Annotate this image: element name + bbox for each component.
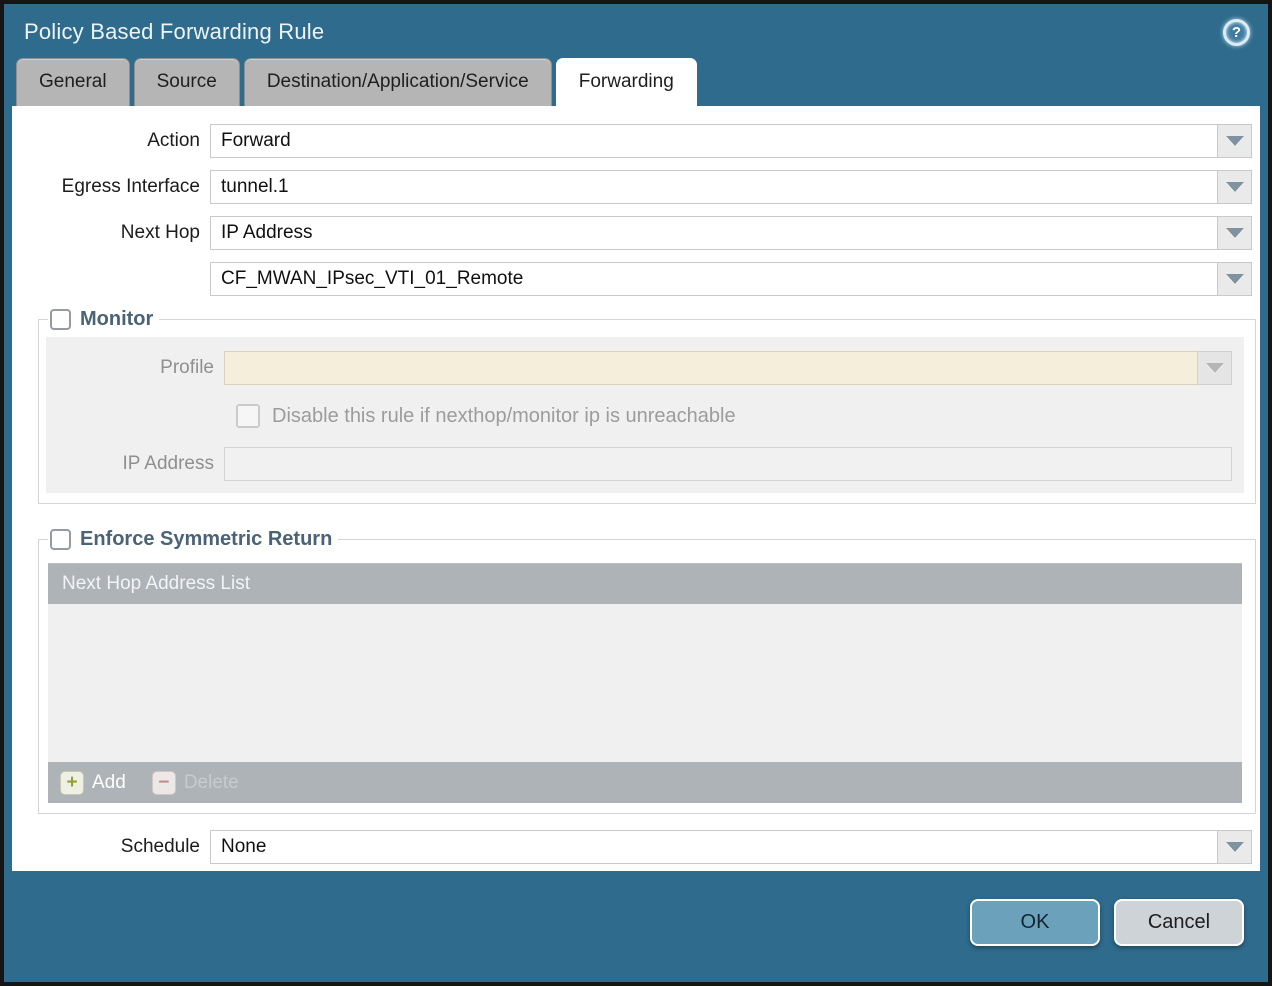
chevron-down-icon bbox=[1226, 136, 1244, 146]
symmetric-return-fieldset: Enforce Symmetric Return Next Hop Addres… bbox=[38, 528, 1256, 814]
chevron-down-icon bbox=[1226, 182, 1244, 192]
next-hop-label: Next Hop bbox=[12, 222, 210, 244]
next-hop-address-list-header: Next Hop Address List bbox=[48, 563, 1242, 604]
monitor-ip-address-label: IP Address bbox=[46, 453, 224, 475]
profile-row: Profile bbox=[46, 351, 1244, 385]
schedule-combo bbox=[210, 830, 1252, 864]
tab-source[interactable]: Source bbox=[134, 58, 240, 106]
egress-interface-input[interactable] bbox=[210, 170, 1218, 204]
disable-rule-checkbox[interactable] bbox=[236, 404, 260, 428]
symmetric-return-legend: Enforce Symmetric Return bbox=[48, 528, 338, 551]
chevron-down-icon bbox=[1226, 842, 1244, 852]
add-button-label: Add bbox=[92, 772, 126, 794]
profile-label: Profile bbox=[46, 357, 224, 379]
next-hop-type-input[interactable] bbox=[210, 216, 1218, 250]
next-hop-address-list-body[interactable] bbox=[48, 604, 1242, 762]
disable-rule-label: Disable this rule if nexthop/monitor ip … bbox=[272, 405, 736, 428]
schedule-dropdown-button[interactable] bbox=[1218, 830, 1252, 864]
delete-button[interactable]: − Delete bbox=[152, 771, 239, 795]
chevron-down-icon bbox=[1226, 274, 1244, 284]
schedule-row: Schedule bbox=[12, 830, 1260, 864]
egress-interface-label: Egress Interface bbox=[12, 176, 210, 198]
next-hop-row: Next Hop bbox=[12, 216, 1260, 250]
add-button[interactable]: + Add bbox=[60, 771, 126, 795]
monitor-ip-address-row: IP Address bbox=[46, 447, 1244, 481]
profile-input[interactable] bbox=[224, 351, 1198, 385]
next-hop-address-list-footer: + Add − Delete bbox=[48, 762, 1242, 803]
tab-destination-application-service[interactable]: Destination/Application/Service bbox=[244, 58, 552, 106]
tab-forwarding[interactable]: Forwarding bbox=[556, 58, 697, 106]
action-combo bbox=[210, 124, 1252, 158]
footer-actions: OK Cancel bbox=[4, 871, 1268, 946]
schedule-label: Schedule bbox=[12, 836, 210, 858]
next-hop-combo bbox=[210, 216, 1252, 250]
symmetric-return-checkbox[interactable] bbox=[50, 529, 71, 550]
next-hop-address-combo bbox=[210, 262, 1252, 296]
action-label: Action bbox=[12, 130, 210, 152]
egress-interface-combo bbox=[210, 170, 1252, 204]
chevron-down-icon bbox=[1226, 228, 1244, 238]
disable-rule-row: Disable this rule if nexthop/monitor ip … bbox=[236, 401, 1244, 431]
monitor-ip-address-field bbox=[224, 447, 1232, 481]
content-panel: Action Egress Interface Next Hop bbox=[12, 106, 1260, 871]
ok-button[interactable]: OK bbox=[970, 899, 1100, 946]
tab-general[interactable]: General bbox=[16, 58, 130, 106]
dialog-title: Policy Based Forwarding Rule bbox=[24, 19, 324, 45]
symmetric-return-legend-label: Enforce Symmetric Return bbox=[80, 528, 332, 551]
profile-dropdown-button[interactable] bbox=[1198, 351, 1232, 385]
next-hop-address-input[interactable] bbox=[210, 262, 1218, 296]
titlebar: Policy Based Forwarding Rule ? bbox=[4, 4, 1268, 56]
next-hop-address-list-table: Next Hop Address List + Add − Delete bbox=[48, 563, 1242, 803]
delete-button-label: Delete bbox=[184, 772, 239, 794]
cancel-button[interactable]: Cancel bbox=[1114, 899, 1244, 946]
next-hop-address-row bbox=[12, 262, 1260, 296]
minus-icon: − bbox=[152, 771, 176, 795]
plus-icon: + bbox=[60, 771, 84, 795]
tab-bar: General Source Destination/Application/S… bbox=[4, 56, 1268, 106]
egress-interface-row: Egress Interface bbox=[12, 170, 1260, 204]
policy-based-forwarding-dialog: Policy Based Forwarding Rule ? General S… bbox=[0, 0, 1272, 986]
action-row: Action bbox=[12, 124, 1260, 158]
profile-combo bbox=[224, 351, 1232, 385]
help-icon[interactable]: ? bbox=[1223, 19, 1250, 46]
monitor-legend: Monitor bbox=[48, 308, 159, 331]
chevron-down-icon bbox=[1206, 363, 1224, 373]
egress-interface-dropdown-button[interactable] bbox=[1218, 170, 1252, 204]
monitor-checkbox[interactable] bbox=[50, 309, 71, 330]
action-dropdown-button[interactable] bbox=[1218, 124, 1252, 158]
schedule-input[interactable] bbox=[210, 830, 1218, 864]
monitor-fieldset: Monitor Profile Disable this rule if nex… bbox=[38, 308, 1256, 504]
action-input[interactable] bbox=[210, 124, 1218, 158]
monitor-panel: Profile Disable this rule if nexthop/mon… bbox=[46, 337, 1244, 493]
monitor-legend-label: Monitor bbox=[80, 308, 153, 331]
next-hop-dropdown-button[interactable] bbox=[1218, 216, 1252, 250]
monitor-ip-address-input[interactable] bbox=[224, 447, 1232, 481]
next-hop-address-dropdown-button[interactable] bbox=[1218, 262, 1252, 296]
